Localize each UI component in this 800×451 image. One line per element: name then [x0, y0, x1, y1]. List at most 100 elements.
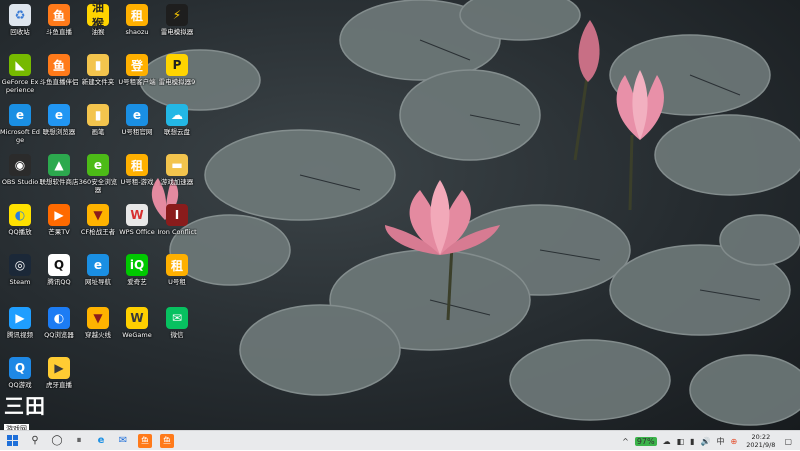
app-icon: 鱼: [48, 54, 70, 76]
desktop-icon[interactable]: ◎ Steam: [0, 251, 40, 303]
app-icon: ▶: [9, 307, 31, 329]
desktop-icon-label: 游戏加速器: [160, 178, 194, 186]
clock[interactable]: 20:22 2021/9/8: [746, 433, 775, 449]
desktop-icon[interactable]: ◉ OBS Studio: [0, 151, 40, 203]
desktop-icon-label: U号租: [168, 278, 186, 286]
douyu-taskbar-icon-2[interactable]: 鱼: [160, 433, 174, 448]
volume-icon[interactable]: 🔊: [701, 437, 711, 446]
desktop-icon-label: 斗鱼直播: [46, 28, 72, 36]
app-tray-icon[interactable]: ⊕: [731, 437, 738, 446]
desktop-icon-label: 腾讯QQ: [47, 278, 71, 286]
desktop-icon[interactable]: ☁ 联想云盘: [157, 101, 197, 153]
desktop-icon[interactable]: 油猴 油猴: [78, 0, 118, 53]
app-icon: ▶: [48, 204, 70, 226]
battery-indicator[interactable]: 97%: [634, 436, 657, 446]
desktop-icon-label: U号租客户端: [118, 78, 156, 86]
app-icon: ◣: [9, 54, 31, 76]
desktop-icon[interactable]: ▮ 画笔: [78, 101, 118, 153]
app-icon: W: [126, 204, 148, 226]
display-icon[interactable]: ◧: [677, 437, 685, 446]
desktop-icon[interactable]: I Iron Conflict: [157, 201, 197, 253]
lotus-flower-right: [616, 70, 664, 140]
desktop-icon-label: 油猴: [91, 28, 105, 36]
clock-time: 20:22: [751, 433, 771, 441]
app-icon: ☁: [166, 104, 188, 126]
desktop-icon-label: 微信: [170, 331, 184, 339]
desktop-icon-label: U号租官网: [121, 128, 153, 136]
app-icon: iQ: [126, 254, 148, 276]
app-icon: e: [126, 104, 148, 126]
desktop-icon[interactable]: 租 U号租: [157, 251, 197, 303]
desktop-icon[interactable]: e U号租官网: [117, 101, 157, 153]
desktop-icon-label: U号租-游戏: [120, 178, 154, 186]
app-icon: ◐: [9, 204, 31, 226]
app-icon: ◎: [9, 254, 31, 276]
start-icon[interactable]: [0, 431, 24, 451]
desktop-icon[interactable]: 鱼斗鱼直播伴侣: [39, 51, 79, 103]
desktop-icon[interactable]: P 雷电模拟器9: [157, 51, 197, 103]
cloud-icon[interactable]: ☁: [663, 437, 671, 446]
desktop-icon-label: 画笔: [91, 128, 105, 136]
desktop-icon-label: Steam: [9, 278, 31, 286]
desktop-icon-label: QQ播放: [8, 228, 32, 236]
desktop-icon[interactable]: ◣ GeForce Experience: [0, 51, 40, 103]
desktop-icon[interactable]: ⚡ 雷电模拟器: [157, 1, 197, 53]
desktop-icon[interactable]: ▼ 穿越火线: [78, 304, 118, 356]
desktop-icon[interactable]: W WeGame: [117, 304, 157, 356]
app-icon: ▼: [87, 307, 109, 329]
cortana-icon[interactable]: ◯: [46, 431, 68, 451]
desktop-icon-label: WeGame: [122, 331, 152, 339]
app-icon: ✉: [166, 307, 188, 329]
desktop-icon[interactable]: 鱼斗鱼直播: [39, 1, 79, 53]
desktop-icon[interactable]: ◐ QQ浏览器: [39, 304, 79, 356]
app-icon: ⚡: [166, 4, 188, 26]
desktop-icon[interactable]: ◐ QQ播放: [0, 201, 40, 253]
desktop-icon[interactable]: ▶ 腾讯视频: [0, 304, 40, 356]
desktop-icon-label: WPS Office: [119, 228, 155, 236]
task-view-icon[interactable]: ⏸: [68, 431, 90, 451]
app-icon: Q: [9, 357, 31, 379]
desktop-icon-label: 雷电模拟器9: [158, 78, 196, 86]
desktop-icon[interactable]: 租 shaozu: [117, 1, 157, 53]
desktop-icon[interactable]: 登 U号租客户端: [117, 51, 157, 103]
app-icon: 租: [126, 4, 148, 26]
desktop-icon-label: GeForce Experience: [1, 78, 39, 94]
desktop-icon-label: 联想云盘: [164, 128, 190, 136]
desktop-icon[interactable]: e 联想浏览器: [39, 101, 79, 153]
desktop-icon[interactable]: W WPS Office: [117, 201, 157, 253]
desktop-icon[interactable]: ▶ 芒果TV: [39, 201, 79, 253]
desktop-icon[interactable]: e Microsoft Edge: [0, 101, 40, 153]
app-icon: ▬: [166, 154, 188, 176]
desktop-icon[interactable]: ▬ 游戏加速器: [157, 151, 197, 203]
desktop-icon[interactable]: 租 U号租-游戏: [117, 151, 157, 203]
app-icon: ▶: [48, 357, 70, 379]
desktop-icon[interactable]: e 网址导航: [78, 251, 118, 303]
app-icon: P: [166, 54, 188, 76]
desktop-icon[interactable]: ▲ 联想软件商店: [39, 151, 79, 203]
desktop-icon[interactable]: ♻ 回收站: [0, 1, 40, 53]
desktop-icon[interactable]: ▼ CF枪战王者: [78, 201, 118, 253]
desktop-icon[interactable]: ✉ 微信: [157, 304, 197, 356]
mail-taskbar-icon[interactable]: ✉: [112, 431, 134, 451]
tray-expand-icon[interactable]: ^: [622, 437, 629, 446]
douyu-taskbar-icon-1[interactable]: 鱼: [138, 433, 152, 448]
desktop-icon-label: 联想浏览器: [42, 128, 76, 136]
desktop-icon[interactable]: e 360安全浏览器: [78, 151, 118, 203]
desktop-icon[interactable]: ▮ 新建文件夹: [78, 51, 118, 103]
app-icon: 租: [126, 154, 148, 176]
desktop-icon[interactable]: iQ 爱奇艺: [117, 251, 157, 303]
app-icon: I: [166, 204, 188, 226]
notification-center-icon[interactable]: ▢: [784, 437, 792, 446]
battery-icon[interactable]: ▮: [690, 437, 694, 446]
app-icon: ▮: [87, 104, 109, 126]
app-icon: Q: [48, 254, 70, 276]
taskbar: ⚲ ◯ ⏸ e ✉ 鱼 鱼 ^ 97% ☁ ◧ ▮ 🔊 中 ⊕ 20:22 20…: [0, 430, 800, 450]
desktop-icon[interactable]: Q 腾讯QQ: [39, 251, 79, 303]
search-icon[interactable]: ⚲: [24, 431, 46, 451]
edge-taskbar-icon[interactable]: e: [90, 431, 112, 451]
desktop-icon-label: 芒果TV: [48, 228, 70, 236]
app-icon: e: [9, 104, 31, 126]
watermark-text-big: 三田: [4, 394, 46, 418]
site-watermark-logo: 三田 游戏网: [4, 394, 48, 434]
input-method-icon[interactable]: 中: [717, 436, 725, 447]
